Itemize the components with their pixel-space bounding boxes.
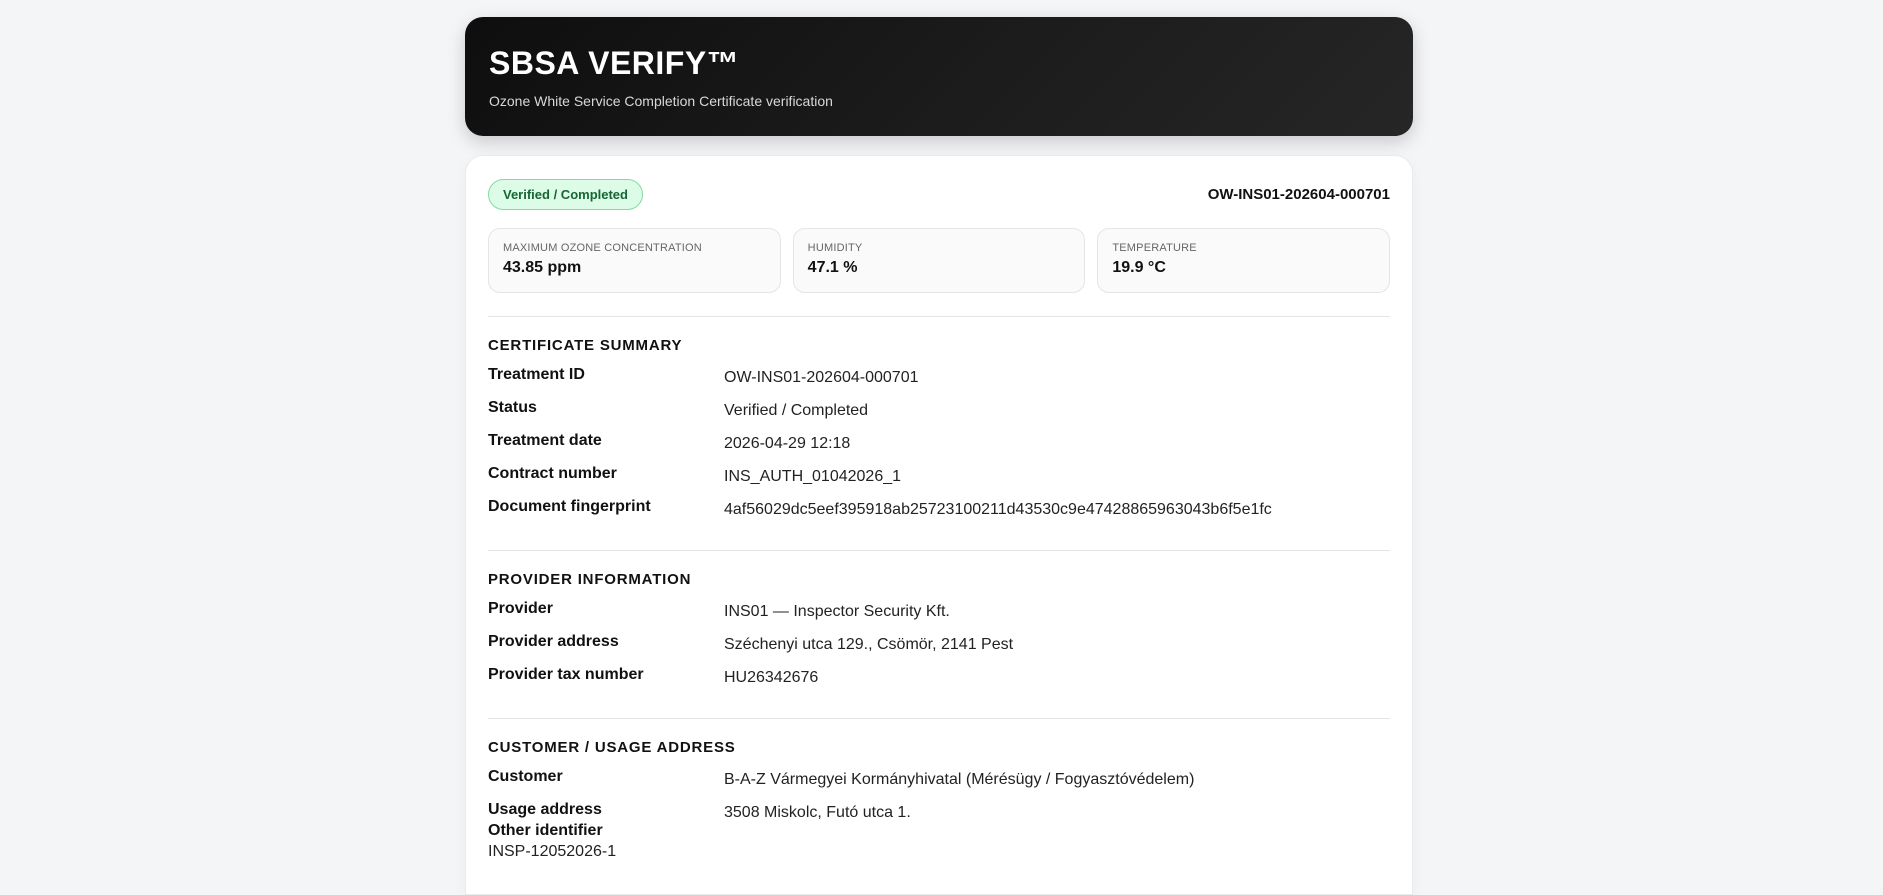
- row-key: Usage address: [488, 801, 602, 818]
- row-value: Széchenyi utca 129., Csömör, 2141 Pest: [724, 636, 1014, 653]
- row-key: Provider: [488, 600, 553, 617]
- row-value: HU26342676: [724, 669, 819, 686]
- row-key: Provider address: [488, 633, 619, 650]
- metric-value: 43.85 ppm: [503, 259, 582, 276]
- metric-humidity: HUMIDITY 47.1 %: [792, 228, 1086, 293]
- section-title: CUSTOMER / USAGE ADDRESS: [488, 739, 736, 756]
- row-key: Customer: [488, 768, 563, 785]
- row-key: Provider tax number: [488, 666, 644, 683]
- provider-row-provider: Provider INS01 — Inspector Security Kft.: [488, 596, 1390, 629]
- row-key: Contract number: [488, 465, 617, 482]
- row-key: Document fingerprint: [488, 498, 651, 515]
- section-title: PROVIDER INFORMATION: [488, 571, 692, 588]
- metric-label: HUMIDITY: [807, 242, 863, 254]
- app-title: SBSA VERIFY™: [489, 45, 740, 81]
- row-value: B-A-Z Vármegyei Kormányhivatal (Mérésügy…: [724, 771, 1195, 788]
- summary-row-document-fingerprint: Document fingerprint 4af56029dc5eef39591…: [488, 494, 1390, 527]
- metric-temperature: TEMPERATURE 19.9 °C: [1097, 228, 1391, 293]
- row-value: 3508 Miskolc, Futó utca 1.: [724, 804, 911, 821]
- row-value: INS01 — Inspector Security Kft.: [724, 603, 950, 620]
- header-banner: SBSA VERIFY™ Ozone White Service Complet…: [465, 17, 1413, 136]
- provider-row-tax-number: Provider tax number HU26342676: [488, 662, 1390, 695]
- app-subtitle: Ozone White Service Completion Certifica…: [489, 93, 833, 109]
- metric-value: 19.9 °C: [1112, 259, 1166, 276]
- customer-usage-address-section: CUSTOMER / USAGE ADDRESS Customer B-A-Z …: [488, 718, 1390, 861]
- row-value: INS_AUTH_01042026_1: [724, 468, 902, 485]
- certificate-card: Verified / Completed OW-INS01-202604-000…: [465, 155, 1413, 895]
- row-key: Status: [488, 399, 537, 416]
- page-container: SBSA VERIFY™ Ozone White Service Complet…: [465, 17, 1413, 895]
- summary-row-treatment-date: Treatment date 2026-04-29 12:18: [488, 428, 1390, 461]
- summary-rows: Treatment ID OW-INS01-202604-000701 Stat…: [488, 362, 1390, 527]
- metric-ozone: MAXIMUM OZONE CONCENTRATION 43.85 ppm: [488, 228, 781, 293]
- metric-label: TEMPERATURE: [1112, 242, 1197, 254]
- customer-row-customer: Customer B-A-Z Vármegyei Kormányhivatal …: [488, 764, 1390, 797]
- section-title: CERTIFICATE SUMMARY: [488, 337, 683, 354]
- other-identifier-label: Other identifier: [488, 822, 603, 839]
- status-row: Verified / Completed OW-INS01-202604-000…: [488, 178, 1390, 210]
- row-key: Treatment ID: [488, 366, 585, 383]
- summary-row-contract-number: Contract number INS_AUTH_01042026_1: [488, 461, 1390, 494]
- metrics-row: MAXIMUM OZONE CONCENTRATION 43.85 ppm HU…: [488, 228, 1391, 293]
- status-badge: Verified / Completed: [488, 178, 643, 210]
- provider-information-section: PROVIDER INFORMATION Provider INS01 — In…: [488, 550, 1390, 695]
- certificate-summary-section: CERTIFICATE SUMMARY Treatment ID OW-INS0…: [488, 316, 1390, 527]
- row-value: 2026-04-29 12:18: [724, 435, 851, 452]
- summary-row-treatment-id: Treatment ID OW-INS01-202604-000701: [488, 362, 1390, 395]
- customer-row-usage-address: Usage address 3508 Miskolc, Futó utca 1.: [488, 797, 1390, 822]
- row-value: 4af56029dc5eef395918ab25723100211d43530c…: [724, 501, 1272, 518]
- row-key: Treatment date: [488, 432, 602, 449]
- certificate-code: OW-INS01-202604-000701: [1207, 185, 1390, 203]
- other-identifier-value: INSP-12052026-1: [488, 843, 617, 860]
- provider-rows: Provider INS01 — Inspector Security Kft.…: [488, 596, 1390, 695]
- row-value: Verified / Completed: [724, 402, 869, 419]
- provider-row-address: Provider address Széchenyi utca 129., Cs…: [488, 629, 1390, 662]
- metric-label: MAXIMUM OZONE CONCENTRATION: [503, 242, 702, 254]
- row-value: OW-INS01-202604-000701: [724, 369, 919, 386]
- customer-rows: Customer B-A-Z Vármegyei Kormányhivatal …: [488, 764, 1390, 861]
- metric-value: 47.1 %: [807, 259, 858, 276]
- summary-row-status: Status Verified / Completed: [488, 395, 1390, 428]
